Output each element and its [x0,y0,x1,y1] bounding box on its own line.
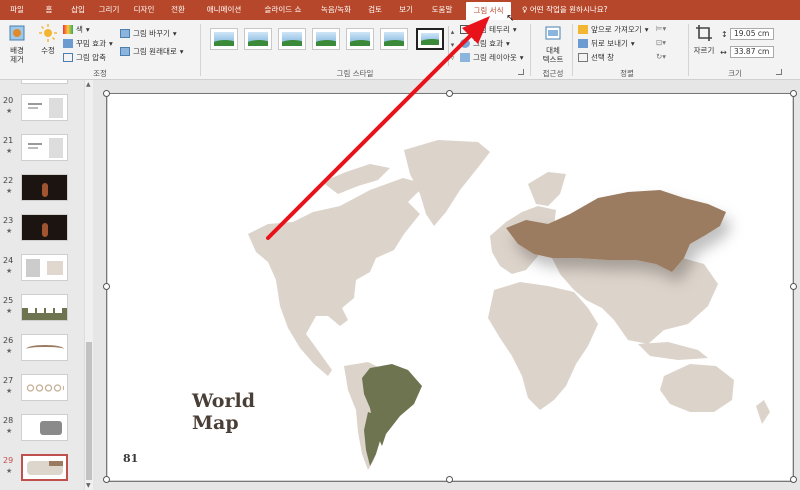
mouse-cursor-icon: ↖ [506,13,515,24]
red-annotation-arrow [266,16,490,240]
